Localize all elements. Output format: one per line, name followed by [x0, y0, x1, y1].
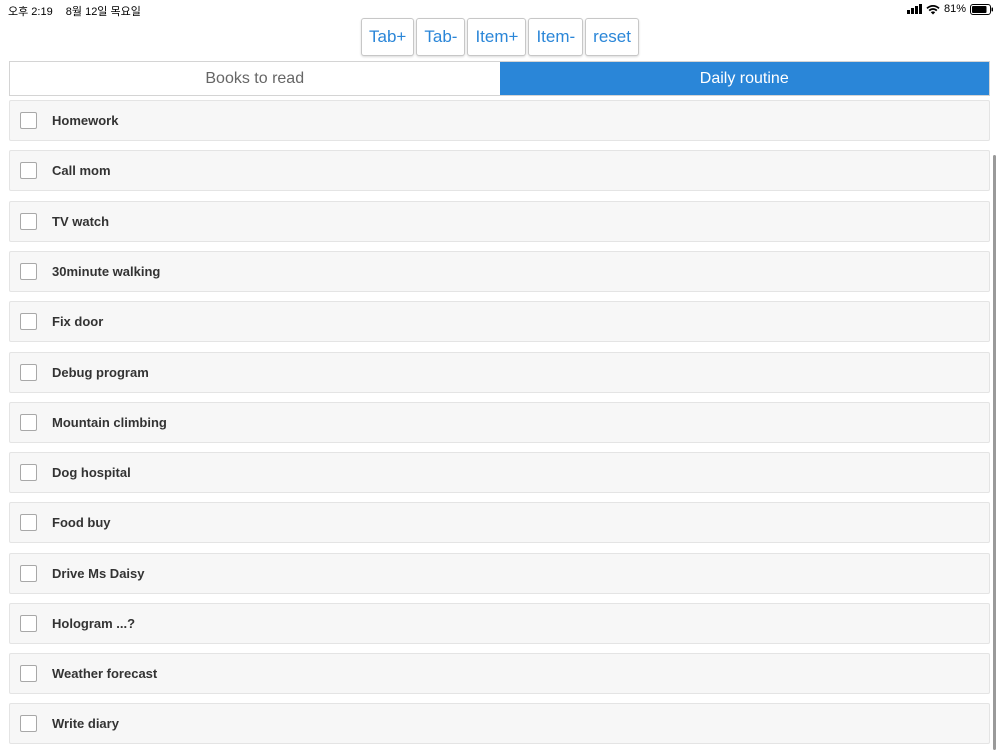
- item-label: Debug program: [52, 365, 149, 380]
- checkbox-icon[interactable]: [20, 313, 37, 330]
- item-label: Drive Ms Daisy: [52, 566, 145, 581]
- tab-bar: Books to read Daily routine: [9, 61, 990, 96]
- list-item[interactable]: Dog hospital: [9, 452, 990, 493]
- battery-percentage: 81%: [943, 3, 966, 15]
- list-item[interactable]: Fix door: [9, 301, 990, 342]
- list-item[interactable]: Food buy: [9, 502, 990, 543]
- checkbox-icon[interactable]: [20, 414, 37, 431]
- list-item[interactable]: 30minute walking: [9, 251, 990, 292]
- checkbox-icon[interactable]: [20, 213, 37, 230]
- list-item[interactable]: Homework: [9, 100, 990, 141]
- tab-daily-routine[interactable]: Daily routine: [499, 62, 989, 95]
- status-time: 오후 2:19: [8, 6, 53, 18]
- item-add-button[interactable]: Item+: [467, 18, 527, 56]
- toolbar: Tab+ Tab- Item+ Item- reset: [0, 18, 1000, 58]
- item-label: Weather forecast: [52, 666, 158, 681]
- item-label: Write diary: [52, 716, 119, 731]
- status-right: 81%: [906, 3, 994, 15]
- tab-add-button[interactable]: Tab+: [361, 18, 415, 56]
- status-date: 8월 12일 목요일: [65, 6, 141, 18]
- list-item[interactable]: Hologram ...?: [9, 603, 990, 644]
- list-item[interactable]: Write diary: [9, 703, 990, 744]
- tab-books-to-read[interactable]: Books to read: [10, 62, 500, 95]
- checkbox-icon[interactable]: [20, 565, 37, 582]
- list-item[interactable]: Weather forecast: [9, 653, 990, 694]
- todo-list: Homework Call mom TV watch 30minute walk…: [9, 100, 991, 750]
- list-item[interactable]: TV watch: [9, 201, 990, 242]
- wifi-icon: [926, 4, 940, 15]
- item-label: Hologram ...?: [52, 616, 136, 631]
- item-label: 30minute walking: [52, 264, 161, 279]
- status-bar: 오후 2:19 8월 12일 목요일 81%: [0, 0, 1000, 18]
- item-label: Homework: [52, 113, 119, 128]
- item-label: Dog hospital: [52, 465, 131, 480]
- item-remove-button[interactable]: Item-: [528, 18, 584, 56]
- item-label: Fix door: [52, 314, 104, 329]
- item-label: Mountain climbing: [52, 415, 167, 430]
- tab-remove-button[interactable]: Tab-: [416, 18, 466, 56]
- checkbox-icon[interactable]: [20, 464, 37, 481]
- checkbox-icon[interactable]: [20, 715, 37, 732]
- list-item[interactable]: Call mom: [9, 150, 990, 191]
- item-label: Call mom: [52, 163, 111, 178]
- battery-icon: [970, 3, 994, 15]
- checkbox-icon[interactable]: [20, 364, 37, 381]
- item-label: Food buy: [52, 515, 111, 530]
- status-left: 오후 2:19 8월 12일 목요일: [8, 3, 151, 19]
- checkbox-icon[interactable]: [20, 665, 37, 682]
- list-item[interactable]: Mountain climbing: [9, 402, 990, 443]
- checkbox-icon[interactable]: [20, 514, 37, 531]
- scrollbar[interactable]: [993, 155, 996, 750]
- reset-button[interactable]: reset: [585, 18, 639, 56]
- checkbox-icon[interactable]: [20, 615, 37, 632]
- checkbox-icon[interactable]: [20, 263, 37, 280]
- list-item[interactable]: Drive Ms Daisy: [9, 553, 990, 594]
- checkbox-icon[interactable]: [20, 162, 37, 179]
- list-item[interactable]: Debug program: [9, 352, 990, 393]
- cellular-signal-icon: [906, 4, 922, 14]
- checkbox-icon[interactable]: [20, 112, 37, 129]
- item-label: TV watch: [52, 214, 110, 229]
